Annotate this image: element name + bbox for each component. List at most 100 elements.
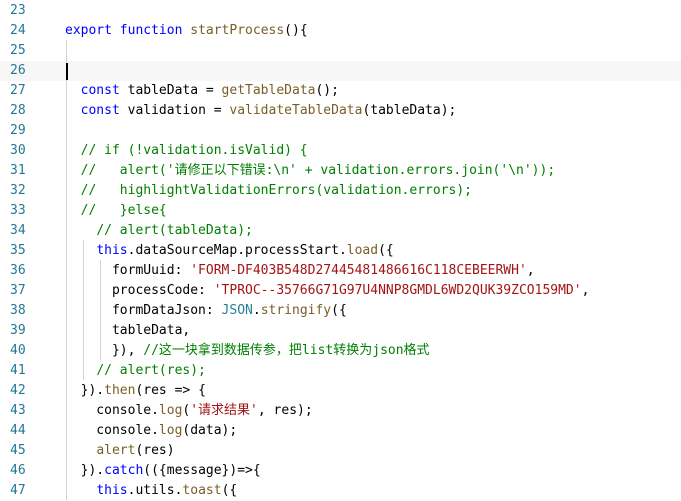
line-number: 32 — [0, 181, 42, 201]
code-text[interactable]: // alert(tableData); — [65, 221, 253, 241]
code-token: catch — [104, 463, 144, 478]
code-line[interactable]: 46 }).catch(({message})=>{ — [0, 461, 681, 481]
code-token: . — [252, 303, 261, 318]
code-line[interactable]: 41 // alert(res); — [0, 361, 681, 381]
code-line[interactable]: 26 — [0, 61, 681, 81]
code-text[interactable]: // alert(res); — [65, 361, 206, 381]
code-token: export — [65, 23, 112, 38]
code-text[interactable]: formUuid: 'FORM-DF403B548D27445481486616… — [65, 261, 535, 281]
code-text[interactable]: const tableData = getTableData(); — [65, 81, 339, 101]
code-text[interactable]: export function startProcess(){ — [65, 21, 308, 41]
line-number: 25 — [0, 41, 42, 61]
code-token: 'TPROC--35766G71G97U4NNP8GMDL6WD2QUK39ZC… — [213, 283, 582, 298]
code-token: const — [80, 103, 120, 118]
code-token: // highlightValidationErrors(validation.… — [80, 183, 472, 198]
line-number-text: 24 — [10, 23, 26, 38]
line-number: 33 — [0, 201, 42, 221]
code-line[interactable]: 47 this.utils.toast({ — [0, 481, 681, 501]
code-line[interactable]: 28 const validation = validateTableData(… — [0, 101, 681, 121]
code-text[interactable]: formDataJson: JSON.stringify({ — [65, 301, 347, 321]
code-line[interactable]: 24 export function startProcess(){ — [0, 21, 681, 41]
code-line[interactable]: 40 }), //这一块拿到数据传参，把list转换为json格式 — [0, 341, 681, 361]
code-line[interactable]: 25 — [0, 41, 681, 61]
code-text[interactable]: processCode: 'TPROC--35766G71G97U4NNP8GM… — [65, 281, 589, 301]
code-line[interactable]: 23 — [0, 1, 681, 21]
code-text[interactable]: // highlightValidationErrors(validation.… — [65, 181, 472, 201]
code-line[interactable]: 31 // alert('请修正以下错误:\n' + validation.er… — [0, 161, 681, 181]
code-text[interactable]: console.log(data); — [65, 421, 237, 441]
code-line[interactable]: 42 }).then(res => { — [0, 381, 681, 401]
code-token: , — [526, 263, 535, 278]
code-text[interactable]: console.log('请求结果', res); — [65, 401, 313, 421]
line-number: 27 — [0, 81, 42, 101]
code-token: ({ — [221, 483, 238, 498]
code-token: '请求结果' — [190, 403, 258, 418]
line-number: 24 — [0, 21, 42, 41]
line-number-text: 29 — [10, 123, 26, 138]
code-line[interactable]: 35 this.dataSourceMap.processStart.load(… — [0, 241, 681, 261]
line-number: 26 — [0, 61, 42, 81]
code-token: validation = — [119, 103, 230, 118]
line-number-text: 42 — [10, 383, 26, 398]
code-line[interactable]: 33 // }else{ — [0, 201, 681, 221]
code-token: (){ — [284, 23, 308, 38]
code-line[interactable]: 27 const tableData = getTableData(); — [0, 81, 681, 101]
line-number-text: 40 — [10, 343, 26, 358]
line-number: 40 — [0, 341, 42, 361]
code-token: , — [581, 283, 590, 298]
code-line[interactable]: 34 // alert(tableData); — [0, 221, 681, 241]
line-number-text: 47 — [10, 483, 26, 498]
code-line[interactable]: 30 // if (!validation.isValid) { — [0, 141, 681, 161]
code-line[interactable]: 36 formUuid: 'FORM-DF403B548D27445481486… — [0, 261, 681, 281]
code-text[interactable]: // alert('请修正以下错误:\n' + validation.error… — [65, 161, 556, 181]
line-number-text: 45 — [10, 443, 26, 458]
code-line[interactable]: 37 processCode: 'TPROC--35766G71G97U4NNP… — [0, 281, 681, 301]
line-number-text: 43 — [10, 403, 26, 418]
code-token: // alert(res); — [96, 363, 206, 378]
code-text[interactable]: this.utils.toast({ — [65, 481, 237, 501]
line-number: 41 — [0, 361, 42, 381]
code-text[interactable]: // if (!validation.isValid) { — [65, 141, 308, 161]
line-number-text: 36 — [10, 263, 26, 278]
code-text[interactable]: this.dataSourceMap.processStart.load({ — [65, 241, 393, 261]
line-number: 42 — [0, 381, 42, 401]
code-text[interactable]: // }else{ — [65, 201, 167, 221]
line-number: 45 — [0, 441, 42, 461]
code-token: // if (!validation.isValid) { — [80, 143, 308, 158]
line-number: 28 — [0, 101, 42, 121]
code-line[interactable]: 43 console.log('请求结果', res); — [0, 401, 681, 421]
code-line[interactable]: 39 tableData, — [0, 321, 681, 341]
line-number-text: 28 — [10, 103, 26, 118]
line-number: 30 — [0, 141, 42, 161]
code-token: // alert(tableData); — [96, 223, 253, 238]
code-text[interactable]: }).then(res => { — [65, 381, 206, 401]
code-token: (data); — [182, 423, 238, 438]
code-text[interactable]: }), //这一块拿到数据传参，把list转换为json格式 — [65, 341, 430, 361]
code-text[interactable]: const validation = validateTableData(tab… — [65, 101, 457, 121]
line-number-text: 38 — [10, 303, 26, 318]
code-text[interactable]: alert(res) — [65, 441, 175, 461]
code-token: this — [96, 483, 128, 498]
code-token: 'FORM-DF403B548D27445481486616C118CEBEER… — [190, 263, 527, 278]
code-token: // }else{ — [80, 203, 167, 218]
line-number: 35 — [0, 241, 42, 261]
code-token: tableData = — [119, 83, 222, 98]
code-text[interactable]: }).catch(({message})=>{ — [65, 461, 261, 481]
code-token: , res); — [257, 403, 313, 418]
line-number-text: 41 — [10, 363, 26, 378]
code-line[interactable]: 45 alert(res) — [0, 441, 681, 461]
code-line[interactable]: 29 — [0, 121, 681, 141]
code-token: console. — [65, 403, 159, 418]
code-token: }). — [65, 463, 105, 478]
code-line[interactable]: 32 // highlightValidationErrors(validati… — [0, 181, 681, 201]
code-line[interactable]: 44 console.log(data); — [0, 421, 681, 441]
code-token: ({ — [331, 303, 347, 318]
code-token: (res) — [135, 443, 175, 458]
code-line[interactable]: 38 formDataJson: JSON.stringify({ — [0, 301, 681, 321]
code-editor[interactable]: 47 this.utils.toast({46 }).catch(({messa… — [0, 0, 681, 500]
